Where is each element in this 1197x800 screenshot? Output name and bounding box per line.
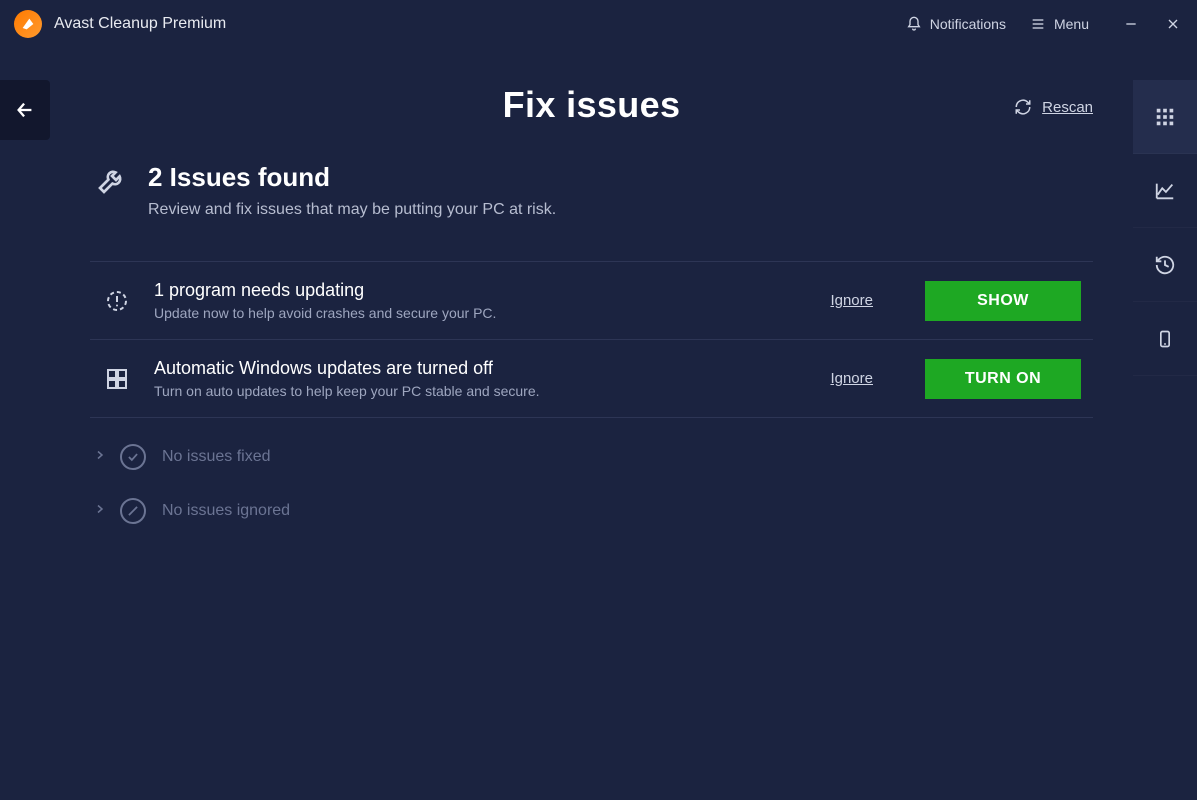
grid-icon xyxy=(1154,106,1176,128)
titlebar: Avast Cleanup Premium Notifications Menu xyxy=(0,0,1197,48)
menu-label: Menu xyxy=(1054,16,1089,32)
sidebar-item-stats[interactable] xyxy=(1133,154,1197,228)
app-title: Avast Cleanup Premium xyxy=(54,15,226,33)
issue-title: 1 program needs updating xyxy=(154,280,808,301)
main-content: Fix issues Rescan 2 Issues found Review … xyxy=(50,60,1133,800)
menu-button[interactable]: Menu xyxy=(1022,10,1097,38)
update-alert-icon xyxy=(102,289,132,313)
issue-desc: Update now to help avoid crashes and sec… xyxy=(154,305,808,321)
rescan-label: Rescan xyxy=(1042,99,1093,116)
chevron-right-icon xyxy=(94,448,104,466)
rescan-button[interactable]: Rescan xyxy=(1014,98,1093,116)
ignore-button[interactable]: Ignore xyxy=(830,370,873,387)
history-icon xyxy=(1154,254,1176,276)
issue-row: Automatic Windows updates are turned off… xyxy=(90,339,1093,418)
ignored-issues-section[interactable]: No issues ignored xyxy=(94,484,1093,538)
back-button[interactable] xyxy=(0,80,50,140)
fixed-issues-label: No issues fixed xyxy=(162,448,271,466)
issues-found-subtitle: Review and fix issues that may be puttin… xyxy=(148,201,556,219)
minimize-button[interactable] xyxy=(1121,14,1141,34)
fixed-issues-section[interactable]: No issues fixed xyxy=(94,430,1093,484)
mobile-icon xyxy=(1155,329,1175,349)
issue-row: 1 program needs updating Update now to h… xyxy=(90,261,1093,339)
ban-circle-icon xyxy=(120,498,146,524)
right-sidebar xyxy=(1133,80,1197,376)
sidebar-item-history[interactable] xyxy=(1133,228,1197,302)
windows-update-icon xyxy=(102,367,132,391)
notifications-button[interactable]: Notifications xyxy=(898,10,1014,38)
sidebar-item-mobile[interactable] xyxy=(1133,302,1197,376)
refresh-icon xyxy=(1014,98,1032,116)
menu-icon xyxy=(1030,16,1046,32)
show-button[interactable]: SHOW xyxy=(925,281,1081,321)
ignore-button[interactable]: Ignore xyxy=(830,292,873,309)
close-button[interactable] xyxy=(1163,14,1183,34)
issues-found-title: 2 Issues found xyxy=(148,162,556,193)
bell-icon xyxy=(906,16,922,32)
check-circle-icon xyxy=(120,444,146,470)
wrench-icon xyxy=(96,164,128,201)
notifications-label: Notifications xyxy=(930,16,1006,32)
chart-line-icon xyxy=(1154,180,1176,202)
page-title: Fix issues xyxy=(90,84,1093,126)
issue-title: Automatic Windows updates are turned off xyxy=(154,358,808,379)
chevron-right-icon xyxy=(94,502,104,520)
app-logo-icon xyxy=(14,10,42,38)
issue-list: 1 program needs updating Update now to h… xyxy=(90,261,1093,418)
issue-desc: Turn on auto updates to help keep your P… xyxy=(154,383,808,399)
ignored-issues-label: No issues ignored xyxy=(162,502,290,520)
turn-on-button[interactable]: TURN ON xyxy=(925,359,1081,399)
sidebar-item-apps[interactable] xyxy=(1133,80,1197,154)
